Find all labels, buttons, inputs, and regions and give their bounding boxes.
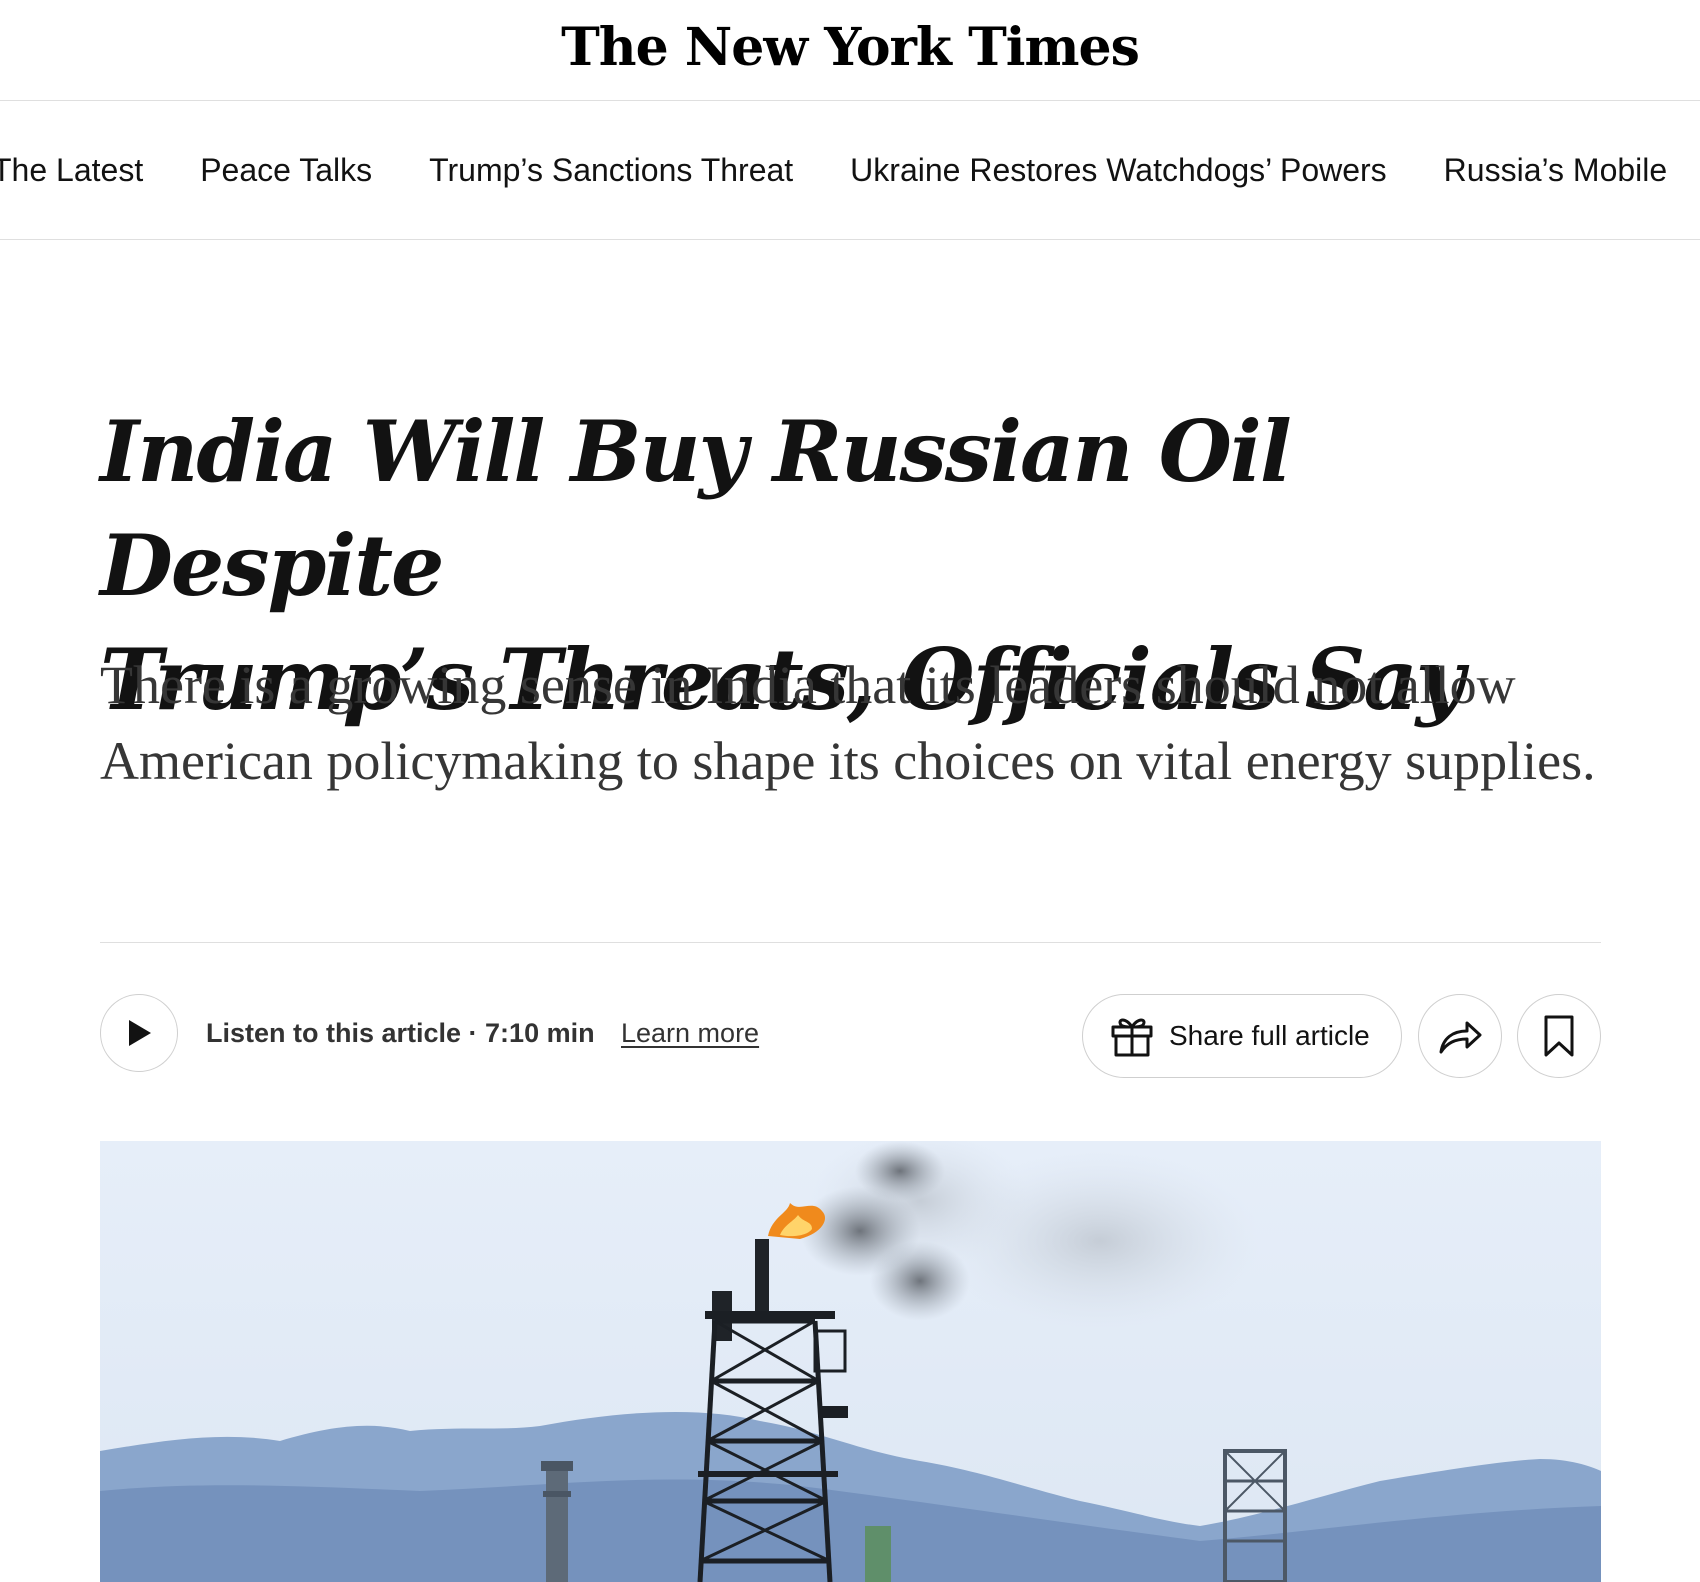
gift-icon <box>1111 1018 1153 1057</box>
headline-line-1: India Will Buy Russian Oil Despite <box>100 402 1292 615</box>
subnav-item-the-latest[interactable]: The Latest <box>0 152 143 189</box>
share-full-article-button[interactable]: Share full article <box>1082 994 1402 1078</box>
listen-label: Listen to this article · 7:10 min <box>206 1018 595 1048</box>
story-subnav: The Latest Peace Talks Trump’s Sanctions… <box>0 101 1700 240</box>
nyt-logo[interactable]: The New York Times <box>561 22 1140 74</box>
subnav-item-peace-talks[interactable]: Peace Talks <box>200 152 372 189</box>
hero-image <box>100 1141 1601 1582</box>
bookmark-icon <box>1544 1015 1574 1057</box>
refinery-illustration <box>100 1141 1601 1582</box>
share-full-article-label: Share full article <box>1169 1020 1370 1051</box>
save-article-button[interactable] <box>1517 994 1601 1078</box>
article-summary: There is a growing sense in India that i… <box>100 655 1596 791</box>
header-divider <box>100 942 1601 943</box>
subnav-item-russias-mobile[interactable]: Russia’s Mobile <box>1444 152 1668 189</box>
share-button[interactable] <box>1418 994 1502 1078</box>
masthead: The New York Times <box>0 0 1700 101</box>
subnav-item-sanctions-threat[interactable]: Trump’s Sanctions Threat <box>429 152 793 189</box>
share-arrow-icon <box>1439 1021 1482 1054</box>
play-audio-button[interactable] <box>100 994 178 1072</box>
play-icon <box>129 1020 151 1046</box>
subnav-list: The Latest Peace Talks Trump’s Sanctions… <box>0 101 1700 239</box>
subnav-item-watchdogs-powers[interactable]: Ukraine Restores Watchdogs’ Powers <box>850 152 1387 189</box>
learn-more-link[interactable]: Learn more <box>621 1016 759 1050</box>
